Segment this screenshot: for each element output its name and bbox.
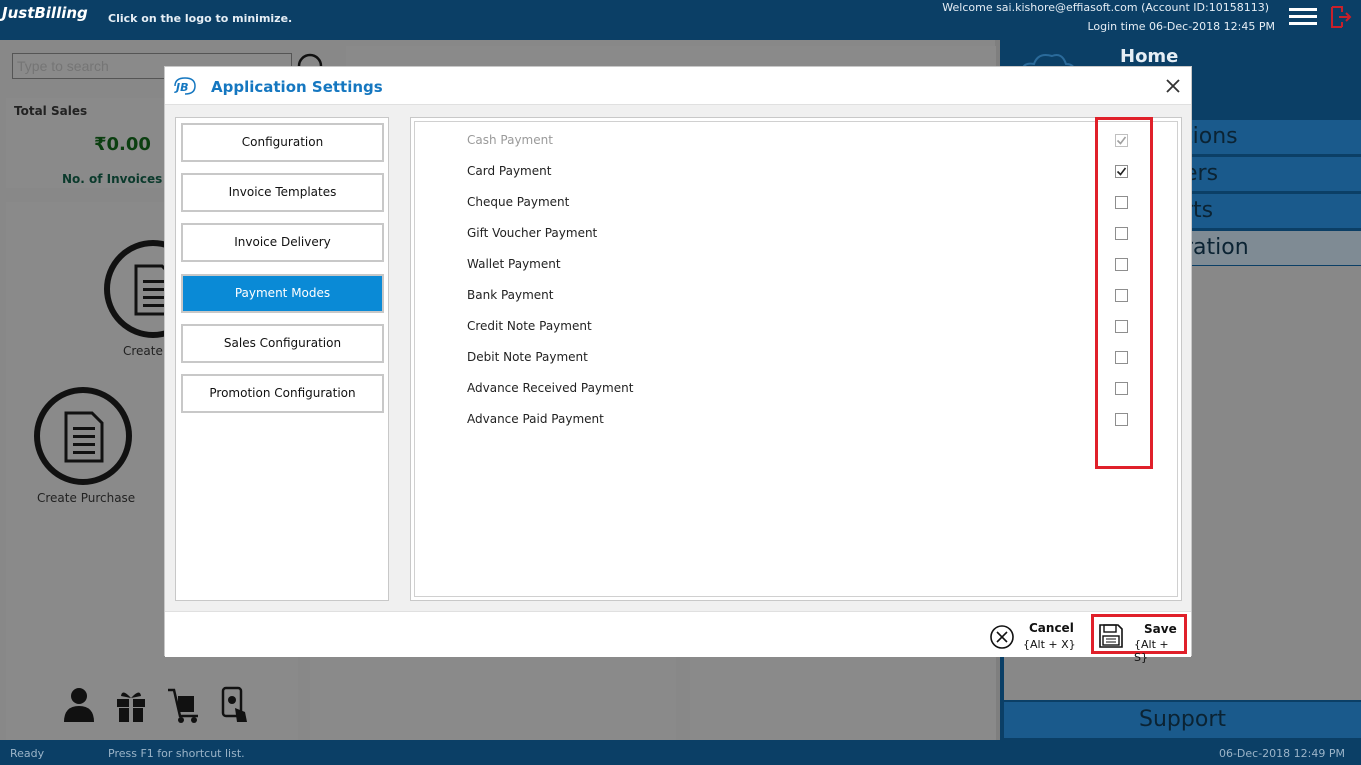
- payment-mode-label: Bank Payment: [467, 288, 554, 302]
- nav-promotion-configuration[interactable]: Promotion Configuration: [181, 374, 384, 413]
- payment-mode-checkbox[interactable]: [1115, 351, 1128, 364]
- lower-panel: [690, 654, 996, 740]
- total-sales-label: Total Sales: [14, 104, 88, 118]
- payment-mode-row: Wallet Payment: [467, 256, 1167, 276]
- document-icon: [64, 411, 104, 463]
- nav-invoice-templates[interactable]: Invoice Templates: [181, 173, 384, 212]
- status-hint: Press F1 for shortcut list.: [108, 747, 245, 760]
- payment-mode-checkbox: [1115, 134, 1128, 147]
- cancel-shortcut: {Alt + X}: [1023, 638, 1076, 651]
- status-bar: Ready Press F1 for shortcut list. 06-Dec…: [0, 740, 1361, 765]
- payment-mode-checkbox[interactable]: [1115, 227, 1128, 240]
- menu-item-support[interactable]: Support: [1004, 702, 1361, 738]
- lower-panel: [310, 654, 676, 740]
- payment-mode-label: Gift Voucher Payment: [467, 226, 598, 240]
- nav-configuration[interactable]: Configuration: [181, 123, 384, 162]
- settings-nav: Configuration Invoice Templates Invoice …: [175, 117, 389, 601]
- payment-mode-label: Debit Note Payment: [467, 350, 588, 364]
- payment-mode-row: Credit Note Payment: [467, 318, 1167, 338]
- gift-icon[interactable]: [114, 686, 148, 724]
- checkmark-icon: [1116, 167, 1127, 176]
- login-time: Login time 06-Dec-2018 12:45 PM: [1087, 20, 1275, 33]
- cancel-button[interactable]: Cancel {Alt + X}: [989, 618, 1079, 654]
- payment-mode-checkbox[interactable]: [1115, 196, 1128, 209]
- save-button[interactable]: Save {Alt + S}: [1091, 614, 1187, 664]
- checkmark-icon: [1116, 136, 1127, 145]
- cancel-circle-x-icon: [990, 625, 1014, 649]
- dialog-header: JB Application Settings: [165, 67, 1191, 105]
- payment-mode-label: Card Payment: [467, 164, 552, 178]
- payment-mode-label: Advance Received Payment: [467, 381, 634, 395]
- payment-mode-checkbox[interactable]: [1115, 382, 1128, 395]
- payment-mode-row: Cheque Payment: [467, 194, 1167, 214]
- application-settings-dialog: JB Application Settings Configuration In…: [164, 66, 1192, 664]
- close-icon[interactable]: [1163, 76, 1183, 96]
- total-sales-amount: ₹0.00: [94, 134, 151, 155]
- nav-invoice-delivery[interactable]: Invoice Delivery: [181, 223, 384, 262]
- save-floppy-icon: [1099, 624, 1123, 648]
- invoice-count-label: No. of Invoices :: [62, 172, 172, 186]
- create-purchase-button[interactable]: [34, 387, 132, 485]
- logout-icon[interactable]: [1328, 4, 1354, 30]
- payment-mode-row: Debit Note Payment: [467, 349, 1167, 369]
- payment-modes-panel: Cash Payment Card Payment Cheque Payment Gi…: [410, 117, 1182, 601]
- logo-hint: Click on the logo to minimize.: [108, 12, 293, 25]
- payment-mode-checkbox[interactable]: [1115, 289, 1128, 302]
- payment-mode-label: Advance Paid Payment: [467, 412, 604, 426]
- dialog-footer: Cancel {Alt + X} Save {Alt + S}: [165, 611, 1191, 664]
- payment-mode-label: Wallet Payment: [467, 257, 561, 271]
- hamburger-menu-icon[interactable]: [1289, 8, 1317, 26]
- payment-mode-checkbox[interactable]: [1115, 165, 1128, 178]
- top-bar: JustBilling Click on the logo to minimiz…: [0, 0, 1361, 40]
- create-purchase-label: Create Purchase: [37, 491, 136, 505]
- payment-mode-checkbox[interactable]: [1115, 413, 1128, 426]
- cancel-label: Cancel: [1029, 621, 1074, 635]
- payment-mode-checkbox[interactable]: [1115, 258, 1128, 271]
- payment-mode-row: Card Payment: [467, 163, 1167, 183]
- payment-modes-list: Cash Payment Card Payment Cheque Payment Gi…: [414, 121, 1178, 597]
- payment-mode-row: Gift Voucher Payment: [467, 225, 1167, 245]
- nav-payment-modes[interactable]: Payment Modes: [181, 274, 384, 313]
- customer-icon[interactable]: [62, 686, 96, 724]
- mobile-payment-icon[interactable]: [217, 686, 251, 724]
- jb-logo-icon: JB: [174, 77, 196, 95]
- dialog-logo-text: JB: [174, 81, 188, 94]
- delivery-trolley-icon[interactable]: [166, 686, 200, 724]
- payment-mode-label: Cheque Payment: [467, 195, 570, 209]
- payment-mode-row: Bank Payment: [467, 287, 1167, 307]
- payment-mode-row: Cash Payment: [467, 132, 1167, 152]
- payment-mode-label: Cash Payment: [467, 133, 553, 147]
- status-ready: Ready: [10, 747, 45, 760]
- save-shortcut: {Alt + S}: [1134, 638, 1169, 664]
- welcome-text: Welcome sai.kishore@effiasoft.com (Accou…: [942, 1, 1269, 14]
- bottom-icon-bar: [62, 686, 265, 727]
- payment-mode-row: Advance Paid Payment: [467, 411, 1167, 431]
- dialog-title: Application Settings: [211, 78, 383, 96]
- app-logo[interactable]: JustBilling: [2, 4, 88, 22]
- create-label: Create: [123, 344, 163, 358]
- home-title[interactable]: Home: [1120, 46, 1178, 67]
- status-time: 06-Dec-2018 12:49 PM: [1218, 747, 1345, 760]
- payment-mode-label: Credit Note Payment: [467, 319, 592, 333]
- nav-sales-configuration[interactable]: Sales Configuration: [181, 324, 384, 363]
- payment-mode-checkbox[interactable]: [1115, 320, 1128, 333]
- save-label: Save: [1144, 622, 1177, 636]
- payment-mode-row: Advance Received Payment: [467, 380, 1167, 400]
